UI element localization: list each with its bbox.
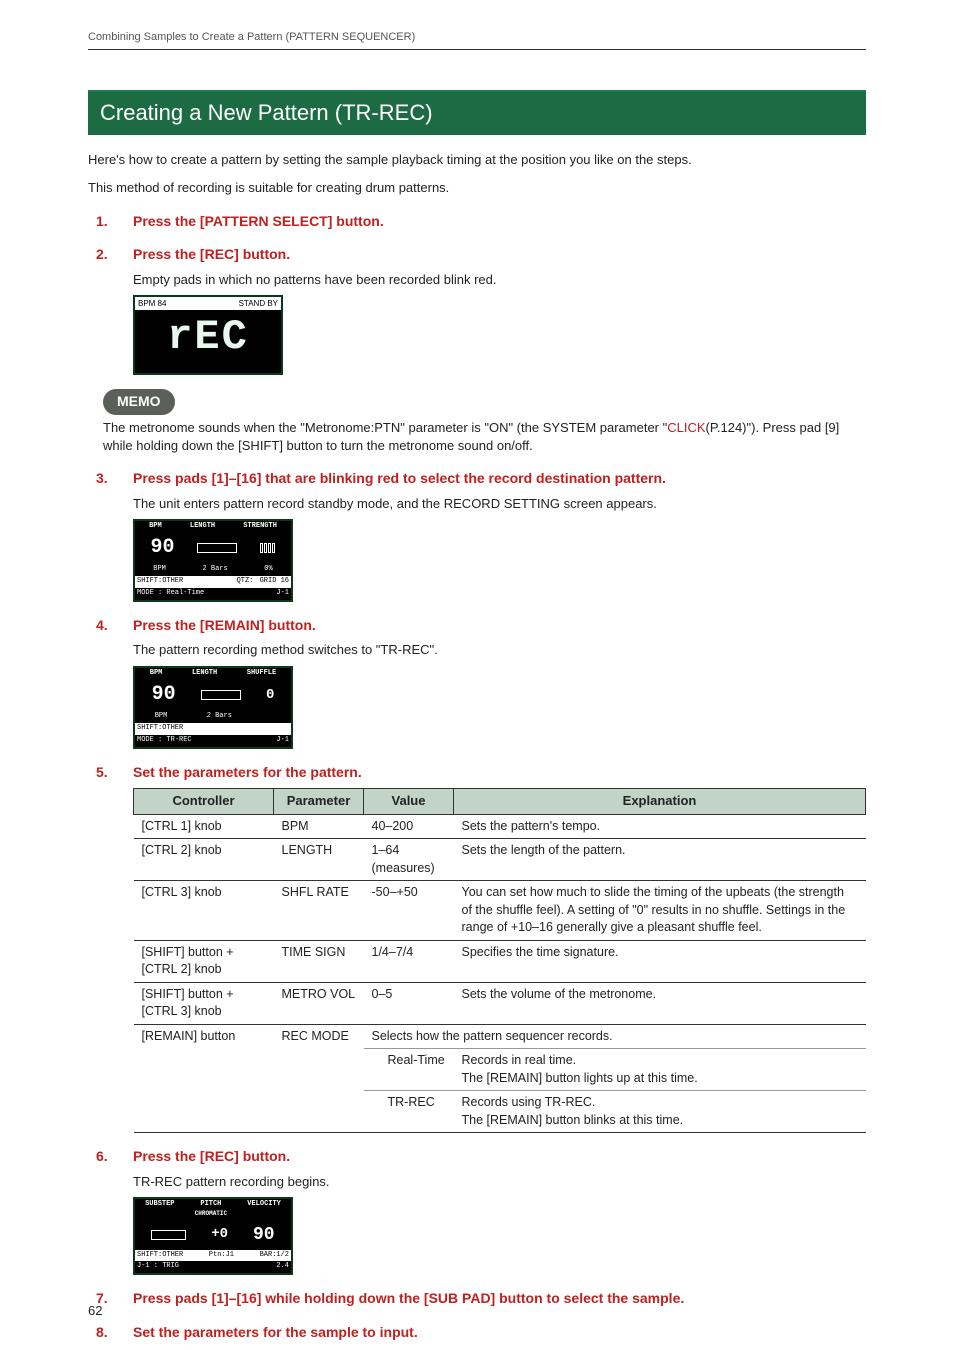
table-row: [CTRL 2] knob LENGTH 1–64 (measures) Set… xyxy=(134,839,866,881)
step-instruction: Press the [REC] button. xyxy=(133,245,290,265)
th-controller: Controller xyxy=(134,789,274,814)
step-3-body: The unit enters pattern record standby m… xyxy=(133,495,866,602)
lcd-screen-record-setting: BPMLENGTHSTRENGTH 90 BPM2 Bars0% SHIFT:O… xyxy=(133,519,293,602)
th-value: Value xyxy=(364,789,454,814)
step-4: 4. Press the [REMAIN] button. xyxy=(88,616,866,636)
step-number: 1. xyxy=(88,212,133,232)
step-5: 5. Set the parameters for the pattern. xyxy=(88,763,866,783)
step-6: 6. Press the [REC] button. xyxy=(88,1147,866,1167)
running-head: Combining Samples to Create a Pattern (P… xyxy=(88,30,866,50)
step-number: 4. xyxy=(88,616,133,636)
section-title: Creating a New Pattern (TR-REC) xyxy=(88,90,866,135)
step-6-body: TR-REC pattern recording begins. SUBSTEP… xyxy=(133,1173,866,1276)
step-instruction: Set the parameters for the sample to inp… xyxy=(133,1323,418,1343)
intro-paragraph-2: This method of recording is suitable for… xyxy=(88,179,866,197)
step-number: 8. xyxy=(88,1323,133,1343)
lcd-status: STAND BY xyxy=(239,298,278,309)
step-instruction: Press pads [1]–[16] that are blinking re… xyxy=(133,469,666,489)
step-7: 7. Press pads [1]–[16] while holding dow… xyxy=(88,1289,866,1309)
step-number: 3. xyxy=(88,469,133,489)
table-header-row: Controller Parameter Value Explanation xyxy=(134,789,866,814)
step-5-body: Controller Parameter Value Explanation [… xyxy=(133,788,866,1133)
lcd-bpm: BPM 84 xyxy=(138,298,166,309)
table-row: [CTRL 3] knob SHFL RATE -50–+50 You can … xyxy=(134,881,866,941)
memo-badge: MEMO xyxy=(103,389,175,415)
memo-text: The metronome sounds when the "Metronome… xyxy=(103,419,866,455)
step-4-note: The pattern recording method switches to… xyxy=(133,641,866,659)
step-2: 2. Press the [REC] button. xyxy=(88,245,866,265)
lcd-screen-rec: BPM 84 STAND BY rEC xyxy=(133,295,283,375)
step-instruction: Press the [PATTERN SELECT] button. xyxy=(133,212,384,232)
lcd-screen-trrec-recording: SUBSTEPPITCHCHROMATICVELOCITY +0 90 SHIF… xyxy=(133,1197,293,1275)
step-6-note: TR-REC pattern recording begins. xyxy=(133,1173,866,1191)
th-parameter: Parameter xyxy=(274,789,364,814)
lcd-screen-trrec: BPMLENGTHSHUFFLE 90 0 BPM2 Bars SHIFT:OT… xyxy=(133,666,293,749)
step-number: 5. xyxy=(88,763,133,783)
step-8: 8. Set the parameters for the sample to … xyxy=(88,1323,866,1343)
step-3-note: The unit enters pattern record standby m… xyxy=(133,495,866,513)
step-3: 3. Press pads [1]–[16] that are blinking… xyxy=(88,469,866,489)
step-1: 1. Press the [PATTERN SELECT] button. xyxy=(88,212,866,232)
table-row: [REMAIN] button REC MODE Selects how the… xyxy=(134,1024,866,1049)
table-row: [SHIFT] button + [CTRL 2] knob TIME SIGN… xyxy=(134,940,866,982)
step-instruction: Set the parameters for the pattern. xyxy=(133,763,362,783)
step-instruction: Press the [REC] button. xyxy=(133,1147,290,1167)
table-row: [SHIFT] button + [CTRL 3] knob METRO VOL… xyxy=(134,982,866,1024)
step-number: 2. xyxy=(88,245,133,265)
th-explanation: Explanation xyxy=(454,789,866,814)
memo-link[interactable]: CLICK xyxy=(667,420,705,435)
lcd-main-text: rEC xyxy=(135,310,281,364)
step-instruction: Press the [REMAIN] button. xyxy=(133,616,316,636)
step-2-body: Empty pads in which no patterns have bee… xyxy=(133,271,866,375)
intro-paragraph-1: Here's how to create a pattern by settin… xyxy=(88,151,866,169)
parameter-table: Controller Parameter Value Explanation [… xyxy=(133,788,866,1133)
table-row: [CTRL 1] knob BPM 40–200 Sets the patter… xyxy=(134,814,866,839)
page-number: 62 xyxy=(88,1302,102,1320)
step-instruction: Press pads [1]–[16] while holding down t… xyxy=(133,1289,684,1309)
step-2-note: Empty pads in which no patterns have bee… xyxy=(133,271,866,289)
memo-text-part1: The metronome sounds when the "Metronome… xyxy=(103,420,667,435)
step-4-body: The pattern recording method switches to… xyxy=(133,641,866,748)
step-number: 6. xyxy=(88,1147,133,1167)
